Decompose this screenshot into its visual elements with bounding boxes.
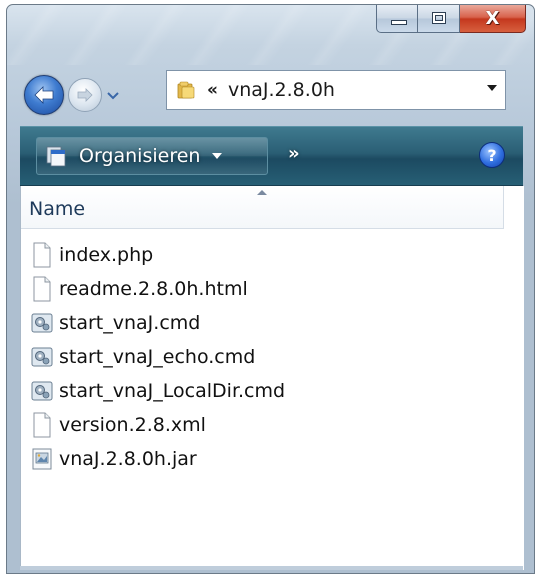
recent-pages-button[interactable] bbox=[106, 88, 120, 102]
caption-buttons: X bbox=[376, 5, 526, 33]
sort-ascending-icon bbox=[257, 190, 267, 195]
help-button[interactable]: ? bbox=[479, 142, 505, 168]
file-name: start_vnaJ_LocalDir.cmd bbox=[59, 380, 286, 402]
file-item[interactable]: start_vnaJ_echo.cmd bbox=[21, 340, 504, 374]
minimize-button[interactable] bbox=[376, 5, 418, 33]
address-dropdown-icon[interactable] bbox=[487, 85, 497, 91]
file-item[interactable]: version.2.8.xml bbox=[21, 408, 504, 442]
column-header-label: Name bbox=[29, 198, 86, 220]
file-name: version.2.8.xml bbox=[59, 414, 206, 436]
document-icon bbox=[33, 242, 51, 268]
column-header-name[interactable]: Name bbox=[21, 186, 504, 229]
help-icon: ? bbox=[487, 145, 497, 165]
organize-icon bbox=[46, 146, 66, 167]
file-item[interactable]: readme.2.8.0h.html bbox=[21, 272, 504, 306]
window-bottom-border bbox=[20, 566, 523, 570]
organize-label: Organisieren bbox=[79, 145, 201, 167]
file-name: index.php bbox=[59, 244, 154, 266]
file-list-pane: Name index.php readme.2.8.0h.html start_… bbox=[20, 186, 524, 570]
navigation-buttons bbox=[24, 66, 120, 124]
file-name: start_vnaJ_echo.cmd bbox=[59, 346, 256, 368]
close-button[interactable]: X bbox=[460, 5, 526, 33]
address-chevrons[interactable]: « bbox=[207, 80, 218, 100]
chevron-down-icon bbox=[107, 92, 119, 100]
forward-button[interactable] bbox=[68, 78, 102, 112]
maximize-icon bbox=[432, 12, 446, 24]
close-icon: X bbox=[485, 8, 500, 29]
command-bar: Organisieren » ? bbox=[20, 126, 523, 186]
back-arrow-icon bbox=[34, 86, 54, 104]
file-name: vnaJ.2.8.0h.jar bbox=[59, 448, 197, 470]
jar-archive-icon bbox=[32, 448, 52, 470]
file-name: readme.2.8.0h.html bbox=[59, 278, 248, 300]
document-icon bbox=[33, 276, 51, 302]
file-list: index.php readme.2.8.0h.html start_vnaJ.… bbox=[21, 238, 504, 476]
address-bar[interactable]: « vnaJ.2.8.0h bbox=[166, 70, 506, 110]
forward-arrow-icon bbox=[77, 88, 93, 102]
script-gear-icon bbox=[31, 347, 53, 367]
scrollbar-area bbox=[504, 186, 524, 570]
address-path[interactable]: vnaJ.2.8.0h bbox=[228, 79, 335, 101]
file-item[interactable]: vnaJ.2.8.0h.jar bbox=[21, 442, 504, 476]
file-name: start_vnaJ.cmd bbox=[59, 312, 201, 334]
organize-button[interactable]: Organisieren bbox=[36, 137, 268, 175]
maximize-button[interactable] bbox=[418, 5, 460, 33]
folder-icon bbox=[177, 81, 195, 99]
document-icon bbox=[33, 412, 51, 438]
file-item[interactable]: start_vnaJ_LocalDir.cmd bbox=[21, 374, 504, 408]
minimize-icon bbox=[391, 20, 407, 25]
file-item[interactable]: start_vnaJ.cmd bbox=[21, 306, 504, 340]
organize-dropdown-icon bbox=[212, 153, 223, 159]
back-button[interactable] bbox=[24, 75, 64, 115]
script-gear-icon bbox=[31, 381, 53, 401]
more-commands-button[interactable]: » bbox=[288, 143, 300, 164]
file-item[interactable]: index.php bbox=[21, 238, 504, 272]
script-gear-icon bbox=[31, 313, 53, 333]
